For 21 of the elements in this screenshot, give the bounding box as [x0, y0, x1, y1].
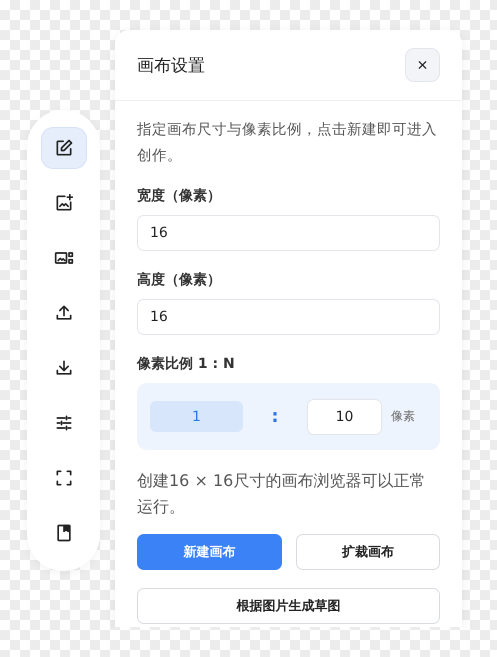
- edit-tool-button[interactable]: [40, 127, 86, 169]
- pencil-square-icon: [54, 138, 74, 158]
- size-input-field[interactable]: 16: [137, 215, 440, 251]
- sliders-icon: [54, 413, 74, 433]
- action-button[interactable]: 根据图片生成草图: [137, 588, 440, 624]
- field-label: 高度（像素）: [137, 271, 222, 289]
- action-button[interactable]: 扩裁画布: [296, 534, 440, 570]
- ratio-separator: :: [270, 406, 280, 427]
- ratio-label: 像素比例 1 : N: [137, 355, 236, 373]
- close-button[interactable]: ×: [405, 48, 440, 82]
- status-message: 创建16 × 16尺寸的画布浏览器可以正常运行。: [137, 470, 426, 518]
- dialog-title: 画布设置: [137, 54, 205, 76]
- unit-label: 像素: [391, 408, 415, 425]
- image-plus-icon: [54, 193, 74, 213]
- field-label: 宽度（像素）: [137, 187, 222, 205]
- new-canvas-button[interactable]: 新建画布: [137, 534, 282, 570]
- description-text: 指定画布尺寸与像素比例，点击新建即可进入创作。: [137, 120, 438, 166]
- ratio-input-field[interactable]: 10: [307, 398, 382, 434]
- ratio-fixed-value: 1: [150, 401, 243, 432]
- size-input-field[interactable]: 16: [137, 299, 440, 335]
- fullscreen-icon: [54, 468, 74, 488]
